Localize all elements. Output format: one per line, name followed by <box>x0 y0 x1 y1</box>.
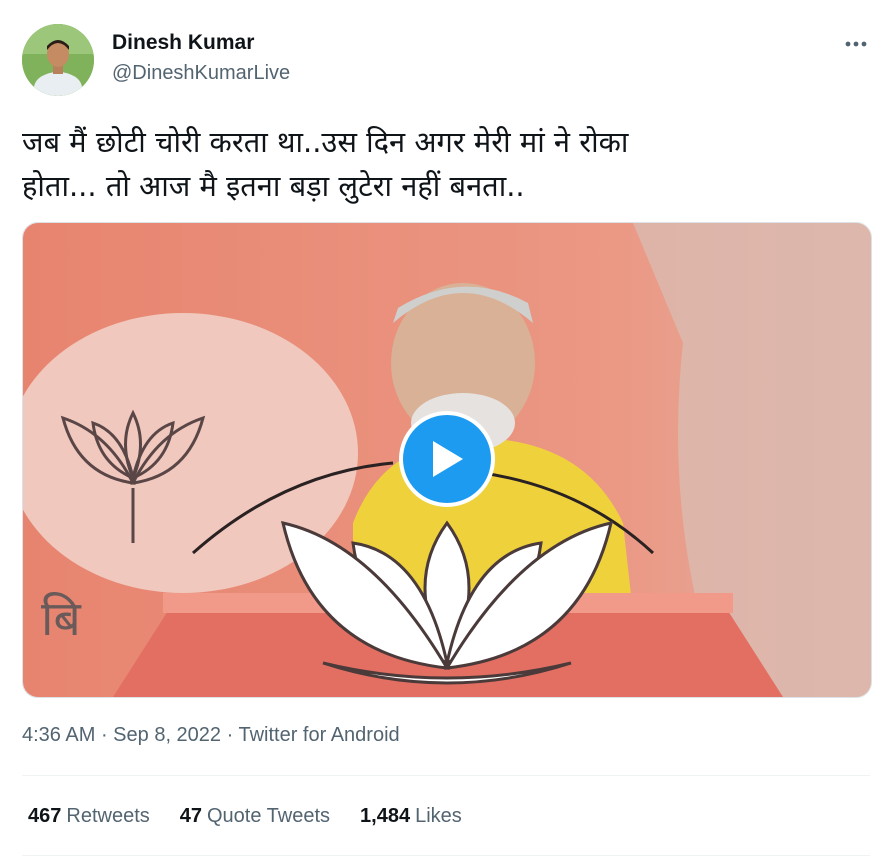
tweet-date[interactable]: Sep 8, 2022 <box>113 724 221 746</box>
tweet-card: Dinesh Kumar @DineshKumarLive जब मैं छोट… <box>0 0 894 860</box>
more-options-button[interactable] <box>842 30 870 58</box>
author-avatar[interactable] <box>22 24 94 96</box>
video-overlay-text: बि <box>41 591 82 647</box>
likes-count: 1,484 <box>360 805 411 827</box>
more-horizontal-icon <box>845 41 867 47</box>
likes-stat[interactable]: 1,484 Likes <box>360 805 462 828</box>
divider <box>22 855 870 856</box>
tweet-meta: 4:36 AM · Sep 8, 2022 · Twitter for Andr… <box>22 724 400 747</box>
divider <box>22 775 870 776</box>
quote-tweets-count: 47 <box>179 805 202 827</box>
meta-separator: · <box>95 724 114 746</box>
play-icon <box>433 441 463 477</box>
author-display-name[interactable]: Dinesh Kumar <box>112 31 254 55</box>
meta-separator: · <box>221 724 239 746</box>
quote-tweets-label: Quote Tweets <box>207 805 331 827</box>
avatar-image <box>22 24 94 96</box>
retweets-stat[interactable]: 467 Retweets <box>28 805 150 828</box>
tweet-stats: 467 Retweets 47 Quote Tweets 1,484 Likes <box>28 805 462 828</box>
retweets-label: Retweets <box>66 805 150 827</box>
quote-tweets-stat[interactable]: 47 Quote Tweets <box>180 805 330 828</box>
play-button[interactable] <box>399 411 495 507</box>
tweet-time[interactable]: 4:36 AM <box>22 724 95 746</box>
likes-label: Likes <box>415 805 462 827</box>
tweet-source[interactable]: Twitter for Android <box>238 724 399 746</box>
video-player[interactable]: बि <box>22 222 872 698</box>
tweet-text: जब मैं छोटी चोरी करता था..उस दिन अगर मेर… <box>22 125 629 203</box>
retweets-count: 467 <box>28 805 62 827</box>
author-handle[interactable]: @DineshKumarLive <box>112 62 290 85</box>
